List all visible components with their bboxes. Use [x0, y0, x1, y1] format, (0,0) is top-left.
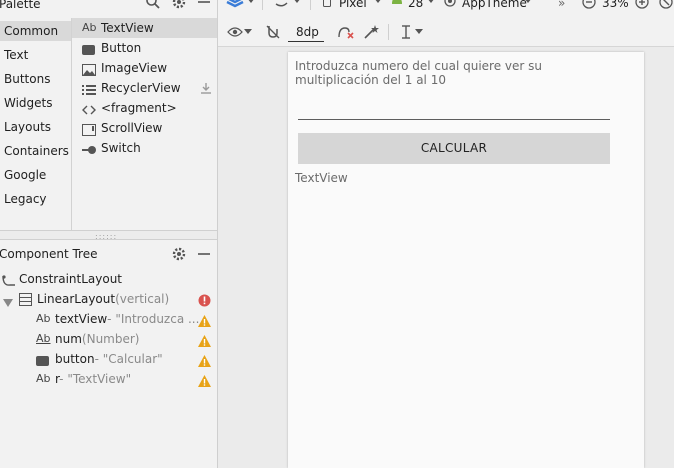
minimize-icon[interactable] [197, 246, 211, 262]
zoom-level: 33% [602, 0, 629, 10]
textview-icon: Ab [82, 21, 97, 34]
default-margin-field[interactable]: 8dp [288, 23, 324, 42]
preview-textview-intro[interactable]: Introduzca numero del cual quiere ver su… [295, 59, 615, 87]
eye-icon[interactable] [227, 26, 243, 38]
palette-item-imageview[interactable]: ImageView [72, 58, 217, 78]
tree-node-label: r- "TextView" [55, 372, 132, 386]
zoom-in-icon[interactable] [635, 0, 649, 9]
autoconnect-off-icon[interactable] [265, 24, 281, 40]
guidelines-icon[interactable] [400, 24, 412, 40]
edittext-icon: Ab [36, 332, 51, 345]
palette-item-switch[interactable]: Switch [72, 138, 217, 158]
palette-header: Palette [0, 0, 217, 16]
palette-item-textview[interactable]: Ab TextView [72, 18, 217, 38]
left-panel: Palette Common Text Buttons Widgets Layo… [0, 0, 218, 468]
chevron-down-icon[interactable] [244, 29, 252, 35]
chevron-down-icon[interactable] [524, 0, 532, 4]
palette-item-button[interactable]: Button [72, 38, 217, 58]
palette-item-label: RecyclerView [101, 81, 181, 95]
search-icon[interactable] [145, 0, 161, 10]
tree-node-label: button- "Calcular" [55, 352, 163, 366]
switch-icon [82, 142, 98, 154]
tree-node-r[interactable]: Ab r- "TextView" [0, 369, 217, 389]
tree-node-label: LinearLayout(vertical) [37, 292, 170, 306]
gear-icon[interactable] [171, 0, 187, 10]
palette-item-label: Switch [101, 141, 141, 155]
palette-item-label: ImageView [101, 61, 168, 75]
overflow-button[interactable]: » [558, 0, 565, 10]
preview-number-input[interactable] [298, 119, 610, 120]
clear-constraints-icon[interactable] [337, 24, 355, 40]
design-canvas[interactable]: Introduzca numero del cual quiere ver su… [218, 47, 674, 468]
palette-items: Ab TextView Button ImageView RecyclerVie… [72, 18, 217, 230]
theme-icon [444, 0, 456, 7]
palette-item-fragment[interactable]: <fragment> [72, 98, 217, 118]
preview-result-textview[interactable]: TextView [295, 171, 348, 185]
orientation-icon[interactable] [272, 0, 290, 8]
android-icon [391, 0, 403, 5]
tree-node-button[interactable]: button- "Calcular" [0, 349, 217, 369]
zoom-fit-icon[interactable] [659, 0, 673, 9]
infer-constraints-icon[interactable] [363, 24, 379, 40]
palette-item-label: <fragment> [101, 101, 177, 115]
category-legacy[interactable]: Legacy [0, 189, 71, 209]
download-icon[interactable] [200, 82, 212, 94]
theme-selector[interactable]: AppTheme [462, 0, 527, 10]
device-selector[interactable]: Pixel [339, 0, 367, 10]
textview-icon: Ab [36, 372, 51, 385]
palette-item-scrollview[interactable]: ScrollView [72, 118, 217, 138]
device-icon[interactable] [323, 0, 331, 7]
palette-categories: Common Text Buttons Widgets Layouts Cont… [0, 18, 72, 230]
chevron-down-icon[interactable] [415, 29, 423, 35]
minimize-icon[interactable] [197, 0, 211, 10]
layers-icon[interactable] [226, 0, 244, 8]
scrollview-icon [82, 122, 98, 136]
image-icon [82, 62, 98, 76]
chevron-down-icon[interactable] [247, 0, 255, 4]
code-icon [82, 102, 98, 115]
category-layouts[interactable]: Layouts [0, 117, 71, 137]
textview-icon: Ab [36, 312, 51, 325]
toolbar-separator [310, 0, 311, 10]
category-google[interactable]: Google [0, 165, 71, 185]
palette-title: Palette [0, 0, 41, 11]
chevron-down-icon[interactable] [427, 0, 435, 4]
list-icon [82, 82, 98, 95]
preview-calcular-button[interactable]: CALCULAR [298, 133, 610, 164]
palette-item-recyclerview[interactable]: RecyclerView [72, 78, 217, 98]
category-text[interactable]: Text [0, 45, 71, 65]
tree-node-label: textView- "Introduzca ... [55, 312, 200, 326]
toolbar-separator [388, 24, 389, 40]
category-containers[interactable]: Containers [0, 141, 71, 161]
category-common[interactable]: Common [0, 21, 71, 41]
tree-node-linearlayout[interactable]: LinearLayout(vertical) [0, 289, 217, 309]
tree-node-num[interactable]: Ab num(Number) [0, 329, 217, 349]
layout-toolbar: 8dp [218, 18, 674, 47]
tree-node-constraintlayout[interactable]: ConstraintLayout [0, 269, 217, 289]
device-screen[interactable]: Introduzca numero del cual quiere ver su… [288, 52, 644, 468]
zoom-out-icon[interactable] [582, 0, 596, 9]
palette-item-label: TextView [101, 21, 154, 35]
tree-node-textview[interactable]: Ab textView- "Introduzca ... [0, 309, 217, 329]
tree-node-label: ConstraintLayout [19, 272, 123, 286]
api-level-selector[interactable]: 28 [408, 0, 423, 10]
default-margin-value: 8dp [296, 25, 319, 39]
button-icon [82, 42, 98, 55]
component-tree-title: Component Tree [0, 247, 98, 261]
component-tree-header: Component Tree [0, 240, 217, 268]
design-toolbar: Pixel 28 AppTheme » 33% [218, 0, 674, 16]
palette-item-label: ScrollView [101, 121, 163, 135]
category-buttons[interactable]: Buttons [0, 69, 71, 89]
tree-node-label: num(Number) [55, 332, 140, 346]
chevron-down-icon[interactable] [293, 0, 301, 4]
chevron-down-icon[interactable] [374, 0, 382, 4]
palette-item-label: Button [101, 41, 142, 55]
toolbar-separator [262, 0, 263, 10]
category-widgets[interactable]: Widgets [0, 93, 71, 113]
panel-splitter[interactable]: :::::: [0, 230, 217, 241]
gear-icon[interactable] [171, 246, 187, 262]
warning-icon[interactable] [198, 373, 211, 393]
